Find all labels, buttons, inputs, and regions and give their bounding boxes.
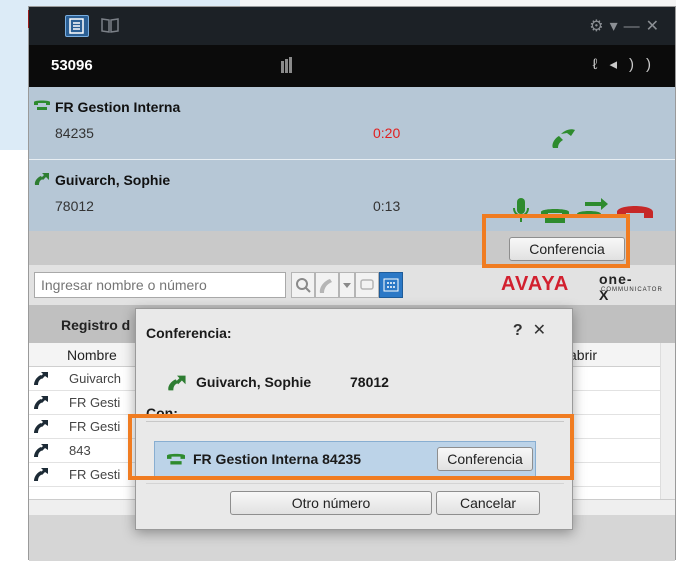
call-timer: 0:13: [373, 198, 401, 214]
call-name: Guivarch, Sophie: [55, 172, 171, 188]
im-icon[interactable]: [355, 272, 379, 298]
call-log-icon: [34, 396, 48, 409]
dialpad-status-icon: [281, 57, 292, 73]
call-icon[interactable]: [315, 272, 339, 298]
history-title: Registro d: [61, 317, 131, 333]
highlight-box-top: [482, 214, 630, 268]
divider: [146, 483, 564, 484]
settings-icon[interactable]: ⚙▾: [589, 18, 623, 35]
search-bar: AVAYA one-X COMMUNICATOR: [29, 265, 675, 305]
book-tab-icon[interactable]: [99, 15, 123, 37]
window-controls: ⚙▾—✕: [589, 16, 665, 36]
cancel-button[interactable]: Cancelar: [436, 491, 540, 515]
close-icon[interactable]: ✕: [533, 322, 556, 339]
call-log-icon: [34, 468, 48, 481]
active-call-icon: [168, 375, 186, 391]
handset-icon[interactable]: ℓ: [593, 56, 610, 73]
title-bar: ⚙▾—✕: [29, 7, 675, 45]
speaker-icon[interactable]: ◂)): [609, 56, 663, 73]
extension-bar: 53096 ℓ◂)): [29, 45, 675, 87]
dropdown-icon[interactable]: [339, 272, 355, 298]
call-log-icon: [34, 444, 48, 457]
call-row-1[interactable]: FR Gestion Interna 84235 0:20: [29, 87, 675, 159]
help-icon[interactable]: ?: [513, 322, 533, 339]
contacts-tab-icon[interactable]: [65, 15, 89, 37]
close-icon[interactable]: ✕: [646, 18, 665, 35]
call-log-icon: [34, 420, 48, 433]
dialog-call-number: 78012: [350, 374, 389, 390]
vertical-scrollbar[interactable]: [660, 343, 675, 499]
call-log-icon: [34, 372, 48, 385]
search-input[interactable]: [34, 272, 286, 298]
resume-call-icon[interactable]: [549, 123, 579, 155]
other-number-button[interactable]: Otro número: [230, 491, 432, 515]
search-icon[interactable]: [291, 272, 315, 298]
hold-handset-icon: [34, 100, 50, 110]
highlight-box-dialog: [128, 414, 574, 480]
extension-number: 53096: [51, 57, 93, 74]
dialog-title: Conferencia:: [146, 325, 232, 341]
call-number: 84235: [55, 125, 94, 141]
dialpad-icon[interactable]: [379, 272, 403, 298]
active-call-icon: [34, 173, 49, 185]
call-timer: 0:20: [373, 125, 401, 141]
audio-controls: ℓ◂)): [593, 55, 663, 73]
dialog-call-name: Guivarch, Sophie: [196, 374, 312, 390]
dialog-controls: ?✕: [513, 320, 556, 340]
column-name[interactable]: Nombre: [67, 347, 117, 363]
call-name: FR Gestion Interna: [55, 99, 181, 115]
column-open[interactable]: abrir: [569, 347, 597, 363]
call-number: 78012: [55, 198, 94, 214]
avaya-logo: AVAYA one-X COMMUNICATOR: [501, 271, 663, 303]
minimize-icon[interactable]: —: [624, 18, 646, 35]
